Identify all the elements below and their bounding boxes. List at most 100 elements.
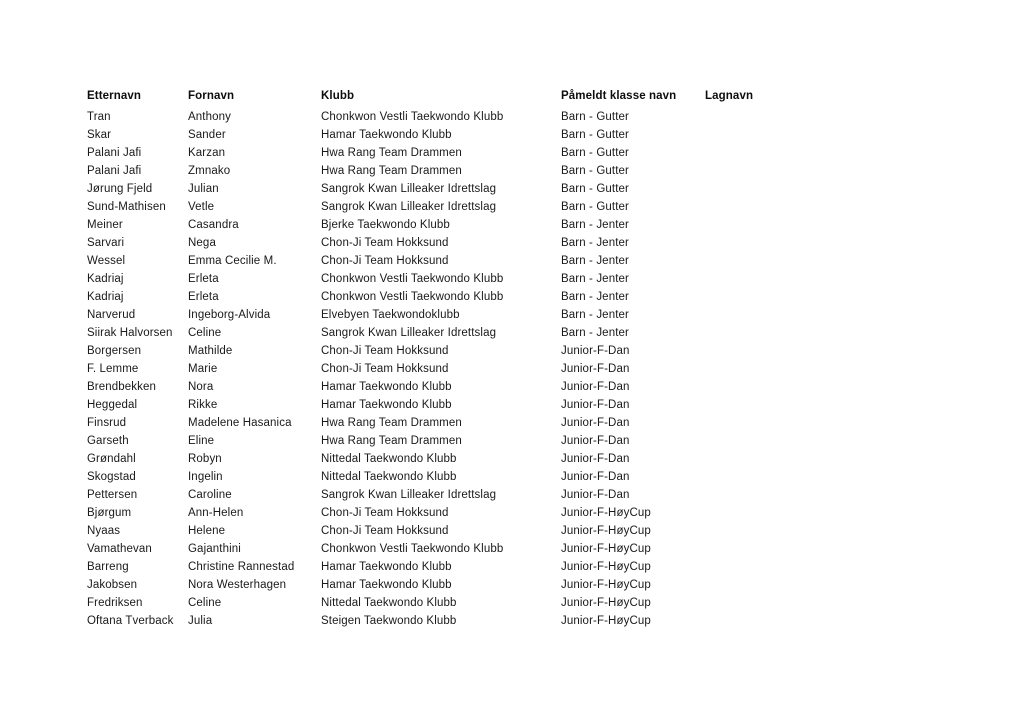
table-cell-etternavn: Tran (87, 111, 111, 124)
table-cell-klasse: Junior-F-Dan (561, 399, 630, 412)
document-page: Etternavn Fornavn Klubb Påmeldt klasse n… (0, 0, 1020, 721)
table-cell-lagnavn (705, 235, 825, 253)
table-cell-klasse: Junior-F-HøyCup (561, 525, 651, 538)
table-cell-fornavn: Marie (188, 363, 218, 376)
table-cell-etternavn: Skar (87, 129, 112, 142)
table-cell-klubb: Sangrok Kwan Lilleaker Idrettslag (321, 489, 497, 502)
table-row: Wessel Emma Cecilie M. Chon-Ji Team Hokksu… (87, 253, 825, 271)
table-cell-fornavn: Nora Westerhagen (188, 579, 287, 592)
table-row: Garseth Eline Hwa Rang Team Drammen Junior-… (87, 433, 825, 451)
table-row: Kadriaj Erleta Chonkwon Vestli Taekwondo K… (87, 271, 825, 289)
table-cell-klubb: Chon-Ji Team Hokksund (321, 255, 449, 268)
table-cell-fornavn: Zmnako (188, 165, 231, 178)
table-cell-klasse: Junior-F-Dan (561, 435, 630, 448)
table-cell-lagnavn (705, 109, 825, 127)
table-cell-etternavn: Finsrud (87, 417, 127, 430)
table-cell-lagnavn (705, 271, 825, 289)
table-cell-etternavn: F. Lemme (87, 363, 139, 376)
table-cell-klubb: Chon-Ji Team Hokksund (321, 237, 449, 250)
table-cell-klasse: Junior-F-Dan (561, 471, 630, 484)
table-cell-klubb: Chonkwon Vestli Taekwondo Klubb (321, 111, 504, 124)
table-cell-etternavn: Nyaas (87, 525, 121, 538)
table-cell-klasse: Barn - Gutter (561, 165, 629, 178)
table-cell-klubb: Hamar Taekwondo Klubb (321, 129, 452, 142)
table-row: Grøndahl Robyn Nittedal Taekwondo Klubb Jun… (87, 451, 825, 469)
table-cell-lagnavn (705, 163, 825, 181)
table-cell-etternavn: Pettersen (87, 489, 138, 502)
table-cell-etternavn: Kadriaj (87, 291, 124, 304)
table-cell-klasse: Junior-F-Dan (561, 363, 630, 376)
table-cell-lagnavn (705, 307, 825, 325)
table-row: Borgersen Mathilde Chon-Ji Team Hokksund Ju… (87, 343, 825, 361)
table-cell-fornavn: Julia (188, 615, 213, 628)
table-cell-lagnavn (705, 595, 825, 613)
table-cell-klasse: Junior-F-Dan (561, 417, 630, 430)
table-cell-etternavn: Heggedal (87, 399, 138, 412)
table-row: Jakobsen Nora Westerhagen Hamar Taekwondo … (87, 577, 825, 595)
table-cell-etternavn: Vamathevan (87, 543, 152, 556)
table-cell-lagnavn (705, 217, 825, 235)
table-cell-etternavn: Fredriksen (87, 597, 143, 610)
table-cell-lagnavn (705, 577, 825, 595)
table-row: Siirak Halvorsen Celine Sangrok Kwan Lille… (87, 325, 825, 343)
table-cell-etternavn: Jakobsen (87, 579, 138, 592)
table-row: Finsrud Madelene Hasanica Hwa Rang Team Dr… (87, 415, 825, 433)
table-cell-lagnavn (705, 469, 825, 487)
table-cell-lagnavn (705, 451, 825, 469)
table-row: F. Lemme Marie Chon-Ji Team Hokksund Junior… (87, 361, 825, 379)
table-cell-klubb: Hwa Rang Team Drammen (321, 435, 462, 448)
table-cell-fornavn: Ingelin (188, 471, 223, 484)
table-cell-etternavn: Narverud (87, 309, 136, 322)
table-cell-fornavn: Helene (188, 525, 226, 538)
table-cell-fornavn: Celine (188, 327, 222, 340)
table-cell-fornavn: Ann-Helen (188, 507, 244, 520)
table-cell-klubb: Elvebyen Taekwondoklubb (321, 309, 460, 322)
table-cell-klubb: Chon-Ji Team Hokksund (321, 525, 449, 538)
table-cell-etternavn: Oftana Tverback (87, 615, 174, 628)
table-cell-fornavn: Emma Cecilie M. (188, 255, 277, 268)
table-cell-klasse: Junior-F-HøyCup (561, 507, 651, 520)
table-cell-klubb: Bjerke Taekwondo Klubb (321, 219, 450, 232)
table-cell-klubb: Nittedal Taekwondo Klubb (321, 597, 457, 610)
column-header-fornavn: Fornavn (188, 90, 235, 103)
table-cell-klubb: Hwa Rang Team Drammen (321, 165, 462, 178)
table-cell-klubb: Hamar Taekwondo Klubb (321, 579, 452, 592)
column-header-klubb: Klubb (321, 90, 355, 103)
table-header: Etternavn Fornavn Klubb Påmeldt klasse n… (87, 87, 825, 109)
table-cell-fornavn: Anthony (188, 111, 232, 124)
table-cell-lagnavn (705, 325, 825, 343)
table-cell-klasse: Barn - Jenter (561, 237, 629, 250)
table-cell-fornavn: Christine Rannestad (188, 561, 295, 574)
table-cell-etternavn: Palani Jafi (87, 147, 142, 160)
table-cell-lagnavn (705, 559, 825, 577)
table-cell-klasse: Junior-F-HøyCup (561, 579, 651, 592)
table-cell-etternavn: Wessel (87, 255, 126, 268)
table-cell-lagnavn (705, 397, 825, 415)
table-cell-fornavn: Nora (188, 381, 214, 394)
table-cell-klasse: Barn - Gutter (561, 129, 629, 142)
table-cell-lagnavn (705, 613, 825, 631)
table-row: Meiner Casandra Bjerke Taekwondo Klubb Barn… (87, 217, 825, 235)
table-cell-etternavn: Bjørgum (87, 507, 132, 520)
table-cell-klubb: Sangrok Kwan Lilleaker Idrettslag (321, 327, 497, 340)
table-cell-fornavn: Robyn (188, 453, 222, 466)
table-cell-klasse: Junior-F-Dan (561, 453, 630, 466)
table-cell-etternavn: Brendbekken (87, 381, 157, 394)
table-row: Skogstad Ingelin Nittedal Taekwondo Klubb J… (87, 469, 825, 487)
table-cell-fornavn: Caroline (188, 489, 232, 502)
table-cell-fornavn: Mathilde (188, 345, 233, 358)
table-cell-klasse: Barn - Jenter (561, 327, 629, 340)
table-cell-lagnavn (705, 253, 825, 271)
table-cell-etternavn: Kadriaj (87, 273, 124, 286)
table-cell-klubb: Chon-Ji Team Hokksund (321, 345, 449, 358)
table-cell-klasse: Junior-F-Dan (561, 345, 630, 358)
table-cell-lagnavn (705, 487, 825, 505)
table-row: Pettersen Caroline Sangrok Kwan Lilleaker … (87, 487, 825, 505)
table-row: Brendbekken Nora Hamar Taekwondo Klubb Juni… (87, 379, 825, 397)
table-cell-fornavn: Nega (188, 237, 216, 250)
table-row: Skar Sander Hamar Taekwondo Klubb Barn - Gu… (87, 127, 825, 145)
table-cell-fornavn: Vetle (188, 201, 215, 214)
table-cell-klubb: Hamar Taekwondo Klubb (321, 381, 452, 394)
table-cell-lagnavn (705, 415, 825, 433)
table-cell-klubb: Nittedal Taekwondo Klubb (321, 471, 457, 484)
